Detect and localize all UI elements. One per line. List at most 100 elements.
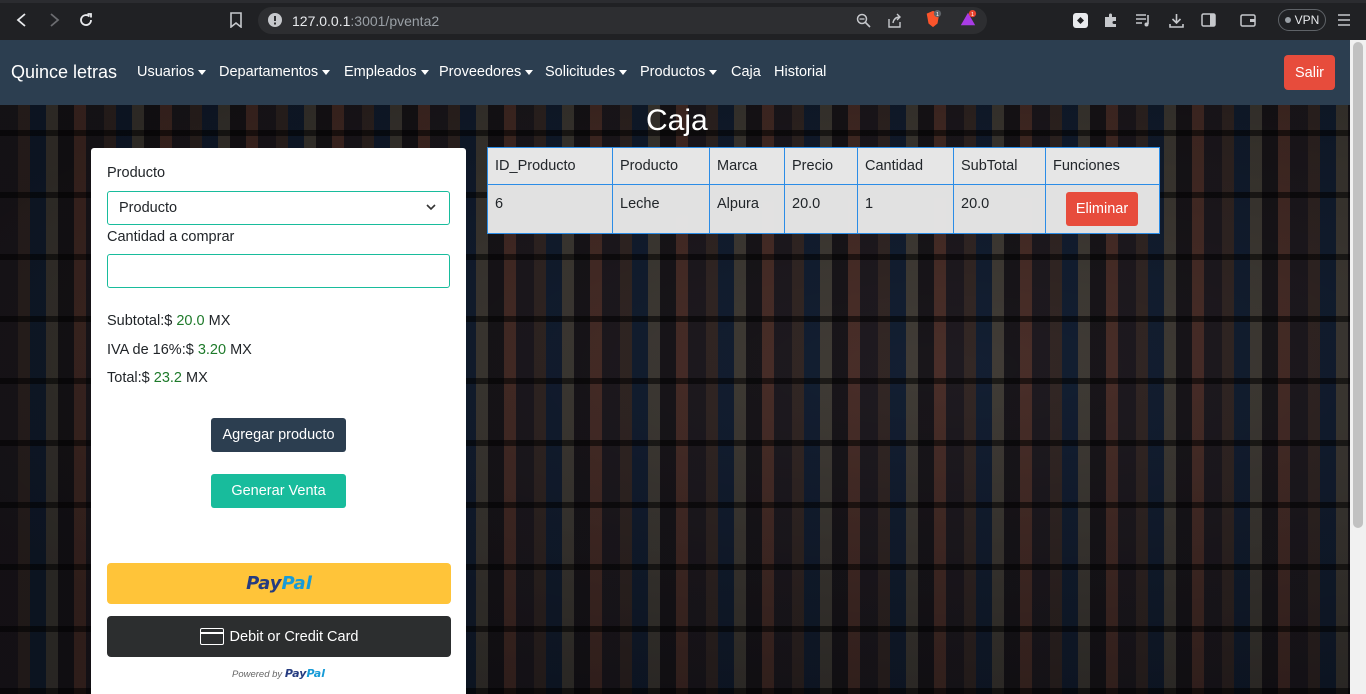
caret-down-icon: [709, 69, 718, 75]
page-background: Quince letras Usuarios Departamentos Emp…: [0, 40, 1350, 694]
powered-logo-pal: Pal: [306, 667, 325, 680]
nav-label: Departamentos: [219, 64, 319, 80]
total-currency: MX: [186, 370, 208, 386]
caret-down-icon: [619, 69, 628, 75]
extension-app-icon[interactable]: [1071, 11, 1089, 29]
nav-usuarios[interactable]: Usuarios: [137, 64, 207, 80]
table-row: 6 Leche Alpura 20.0 1 20.0 Eliminar: [487, 184, 1160, 234]
nav-empleados[interactable]: Empleados: [344, 64, 429, 80]
browser-toolbar: 127.0.0.1:3001/pventa2 1 1 VPN: [0, 0, 1366, 40]
navbar: Quince letras Usuarios Departamentos Emp…: [0, 40, 1350, 105]
delete-button[interactable]: Eliminar: [1066, 192, 1138, 226]
paypal-logo-pay: Pay: [246, 573, 282, 594]
alert-badge: 1: [971, 12, 974, 18]
vpn-button[interactable]: VPN: [1278, 9, 1326, 31]
brave-shield-icon[interactable]: 1: [924, 10, 942, 28]
subtotal-prefix: Subtotal:$: [107, 313, 173, 329]
col-producto: Producto: [612, 147, 710, 185]
url-path: :3001/pventa2: [350, 13, 440, 29]
brand-link[interactable]: Quince letras: [11, 62, 117, 83]
playlist-icon[interactable]: [1134, 11, 1152, 29]
card-button-label: Debit or Credit Card: [229, 628, 359, 645]
iva-line: IVA de 16%:$ 3.20 MX: [107, 342, 252, 358]
menu-icon[interactable]: [1335, 11, 1353, 29]
iva-value: 3.20: [197, 342, 227, 358]
powered-by-paypal: Powered by PayPal: [91, 667, 466, 680]
nav-label: Usuarios: [137, 64, 195, 80]
forward-icon[interactable]: [44, 10, 64, 30]
col-subtotal: SubTotal: [953, 147, 1046, 185]
scrollbar-thumb[interactable]: [1353, 42, 1363, 528]
caret-down-icon: [525, 69, 534, 75]
quantity-label: Cantidad a comprar: [107, 229, 235, 245]
chevron-down-icon: [426, 204, 436, 211]
product-select[interactable]: Producto: [107, 191, 450, 225]
sidebar-icon[interactable]: [1199, 11, 1217, 29]
generate-sale-button[interactable]: Generar Venta: [211, 474, 346, 508]
iva-currency: MX: [230, 342, 252, 358]
nav-departamentos[interactable]: Departamentos: [219, 64, 331, 80]
nav-label: Solicitudes: [545, 64, 616, 80]
url-text[interactable]: 127.0.0.1:3001/pventa2: [292, 13, 439, 29]
powered-by-text: Powered by: [232, 669, 283, 680]
brave-badge: 1: [936, 12, 939, 18]
total-value: 23.2: [153, 370, 182, 386]
col-cantidad: Cantidad: [857, 147, 954, 185]
zoom-icon[interactable]: [854, 11, 872, 29]
quantity-input[interactable]: [107, 254, 450, 288]
extensions-puzzle-icon[interactable]: [1102, 11, 1120, 29]
product-label: Producto: [107, 165, 166, 181]
vpn-label: VPN: [1294, 13, 1320, 27]
table-header-row: ID_Producto Producto Marca Precio Cantid…: [487, 147, 1160, 185]
col-precio: Precio: [784, 147, 858, 185]
debit-credit-card-button[interactable]: Debit or Credit Card: [107, 616, 451, 657]
col-marca: Marca: [709, 147, 785, 185]
nav-solicitudes[interactable]: Solicitudes: [545, 64, 628, 80]
add-product-button[interactable]: Agregar producto: [211, 418, 346, 452]
nav-productos[interactable]: Productos: [640, 64, 718, 80]
brave-rewards-icon[interactable]: 1: [959, 10, 977, 28]
page-title: Caja: [646, 104, 708, 137]
tab-strip: [0, 0, 1366, 3]
reload-icon[interactable]: [76, 10, 96, 30]
address-bar[interactable]: 127.0.0.1:3001/pventa2 1 1: [258, 7, 987, 34]
share-icon[interactable]: [886, 11, 904, 29]
cell-price: 20.0: [784, 184, 858, 234]
page-scrollbar[interactable]: [1350, 40, 1366, 694]
col-id-producto: ID_Producto: [487, 147, 613, 185]
wallet-icon[interactable]: [1239, 11, 1257, 29]
cell-qty: 1: [857, 184, 954, 234]
credit-card-icon: [199, 628, 224, 645]
caret-down-icon: [420, 69, 429, 75]
cell-subtotal: 20.0: [953, 184, 1046, 234]
vpn-status-dot: [1284, 17, 1291, 23]
subtotal-value: 20.0: [176, 313, 205, 329]
powered-logo-pay: Pay: [284, 667, 307, 680]
bookmark-icon[interactable]: [227, 11, 245, 29]
back-icon[interactable]: [12, 10, 32, 30]
product-select-value: Producto: [119, 200, 178, 216]
logout-button[interactable]: Salir: [1284, 55, 1335, 90]
cell-product: Leche: [612, 184, 710, 234]
paypal-button[interactable]: Pay Pal: [107, 563, 451, 604]
info-icon[interactable]: [266, 11, 284, 29]
caret-down-icon: [198, 69, 207, 75]
nav-label: Empleados: [344, 64, 417, 80]
nav-label: Productos: [640, 64, 706, 80]
total-line: Total:$ 23.2 MX: [107, 370, 208, 386]
sale-form-card: Producto Producto Cantidad a comprar Sub…: [91, 148, 466, 694]
cell-brand: Alpura: [709, 184, 785, 234]
col-funciones: Funciones: [1045, 147, 1160, 185]
nav-proveedores[interactable]: Proveedores: [439, 64, 534, 80]
nav-caja[interactable]: Caja: [731, 64, 761, 80]
nav-label: Proveedores: [439, 64, 522, 80]
caret-down-icon: [322, 69, 331, 75]
download-icon[interactable]: [1167, 11, 1185, 29]
nav-historial[interactable]: Historial: [774, 64, 826, 80]
url-host: 127.0.0.1: [292, 13, 351, 29]
cart-table: ID_Producto Producto Marca Precio Cantid…: [487, 147, 1160, 234]
total-prefix: Total:$: [107, 370, 150, 386]
subtotal-line: Subtotal:$ 20.0 MX: [107, 313, 230, 329]
cell-id: 6: [487, 184, 613, 234]
iva-prefix: IVA de 16%:$: [107, 342, 194, 358]
